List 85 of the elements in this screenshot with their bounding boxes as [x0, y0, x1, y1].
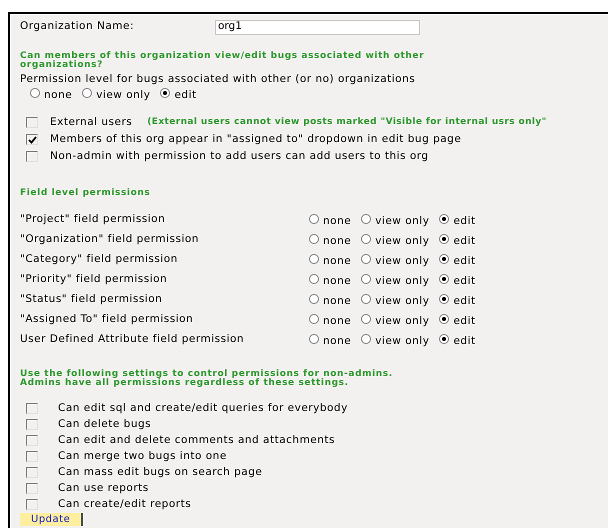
option-label: view only [96, 88, 150, 104]
radio-button[interactable] [30, 88, 40, 98]
option-label: none [323, 234, 352, 249]
radio-button[interactable] [309, 234, 319, 244]
radio-button[interactable] [309, 314, 319, 324]
option-label: edit [453, 314, 476, 329]
section-heading: Can members of this organization view/edit bugs associated with other [20, 52, 426, 61]
field-label: "Organization" field permission [20, 232, 200, 247]
checkbox[interactable] [26, 467, 38, 478]
option-label: none [323, 274, 352, 289]
radio-button[interactable] [439, 214, 450, 224]
radio-button[interactable] [309, 294, 319, 304]
radio-button[interactable] [439, 234, 450, 244]
option-label: none [323, 294, 352, 309]
option-label: edit [453, 294, 476, 309]
radio-button[interactable] [439, 334, 450, 344]
section-heading: organizations? [20, 61, 104, 70]
option-label: none [323, 214, 352, 229]
section-heading: Use the following settings to control permissions for non-admins. [20, 370, 394, 379]
option-label: view only [375, 274, 430, 289]
option-label: none [323, 334, 352, 349]
permission-label: Can edit and delete comments and attachments [58, 432, 336, 448]
radio-button[interactable] [361, 254, 372, 264]
section-heading: Admins have all permissions regardless of these settings. [20, 379, 350, 388]
option-label: none [323, 314, 352, 329]
permission-label: Can create/edit reports [58, 496, 192, 512]
option-label: view only [375, 294, 430, 309]
option-label: edit [453, 254, 476, 269]
field-label: User Defined Attribute field permission [20, 332, 246, 347]
field-label: "Category" field permission [20, 252, 179, 267]
radio-button[interactable] [82, 88, 92, 98]
radio-button[interactable] [361, 234, 372, 244]
note-text: (External users cannot view posts marked "Visible for internal usrs only" [147, 116, 547, 129]
radio-button[interactable] [309, 214, 319, 224]
option-label: view only [375, 234, 430, 249]
option-label: edit [453, 234, 476, 249]
radio-button[interactable] [309, 254, 319, 264]
field-label: "Assigned To" field permission [20, 312, 194, 327]
checkbox-label: Non-admin with permission to add users can add users to this org [50, 148, 429, 164]
field-label: "Project" field permission [20, 212, 166, 227]
option-label: none [44, 88, 72, 104]
option-label: edit [174, 88, 197, 104]
checkbox[interactable] [26, 134, 38, 145]
checkbox[interactable] [26, 117, 38, 128]
option-label: none [323, 254, 352, 269]
radio-button[interactable] [160, 88, 170, 98]
permission-label: Can use reports [58, 480, 149, 496]
field-label: "Priority" field permission [20, 272, 168, 287]
option-label: edit [453, 334, 476, 349]
section-heading: Field level permissions [20, 189, 152, 198]
checkbox[interactable] [26, 403, 38, 414]
radio-button[interactable] [361, 214, 372, 224]
field-label: "Status" field permission [20, 292, 164, 307]
radio-button[interactable] [439, 294, 450, 304]
radio-button[interactable] [309, 274, 319, 284]
radio-button[interactable] [361, 314, 372, 324]
radio-button[interactable] [361, 334, 372, 344]
option-label: edit [453, 274, 476, 289]
checkbox[interactable] [26, 499, 38, 510]
radio-button[interactable] [361, 274, 372, 284]
radio-button[interactable] [309, 334, 319, 344]
checkbox-label: External users [50, 114, 132, 130]
radio-button[interactable] [439, 274, 450, 284]
radio-button[interactable] [361, 294, 372, 304]
name-field[interactable]: org1 [215, 20, 420, 34]
checkbox[interactable] [26, 451, 38, 462]
option-label: view only [375, 214, 430, 229]
radio-button[interactable] [439, 254, 450, 264]
option-label: view only [375, 314, 430, 329]
option-label: edit [453, 214, 476, 229]
permission-label: Permission level for bugs associated with other (or no) organizations [20, 73, 416, 86]
permission-label: Can delete bugs [58, 416, 152, 432]
option-label: view only [375, 254, 430, 269]
checkbox[interactable] [26, 483, 38, 494]
radio-button[interactable] [439, 314, 450, 324]
update-button[interactable]: Update [20, 513, 84, 526]
permission-label: Can edit sql and create/edit queries for everybody [58, 400, 348, 416]
checkbox[interactable] [26, 419, 38, 430]
checkbox[interactable] [26, 435, 38, 446]
checkbox[interactable] [26, 151, 38, 162]
option-label: view only [375, 334, 430, 349]
permission-label: Can merge two bugs into one [58, 448, 227, 464]
permission-label: Can mass edit bugs on search page [58, 464, 262, 480]
field-label: Organization Name: [20, 19, 135, 34]
checkbox-label: Members of this org appear in "assigned to" dropdown in edit bug page [50, 132, 462, 147]
